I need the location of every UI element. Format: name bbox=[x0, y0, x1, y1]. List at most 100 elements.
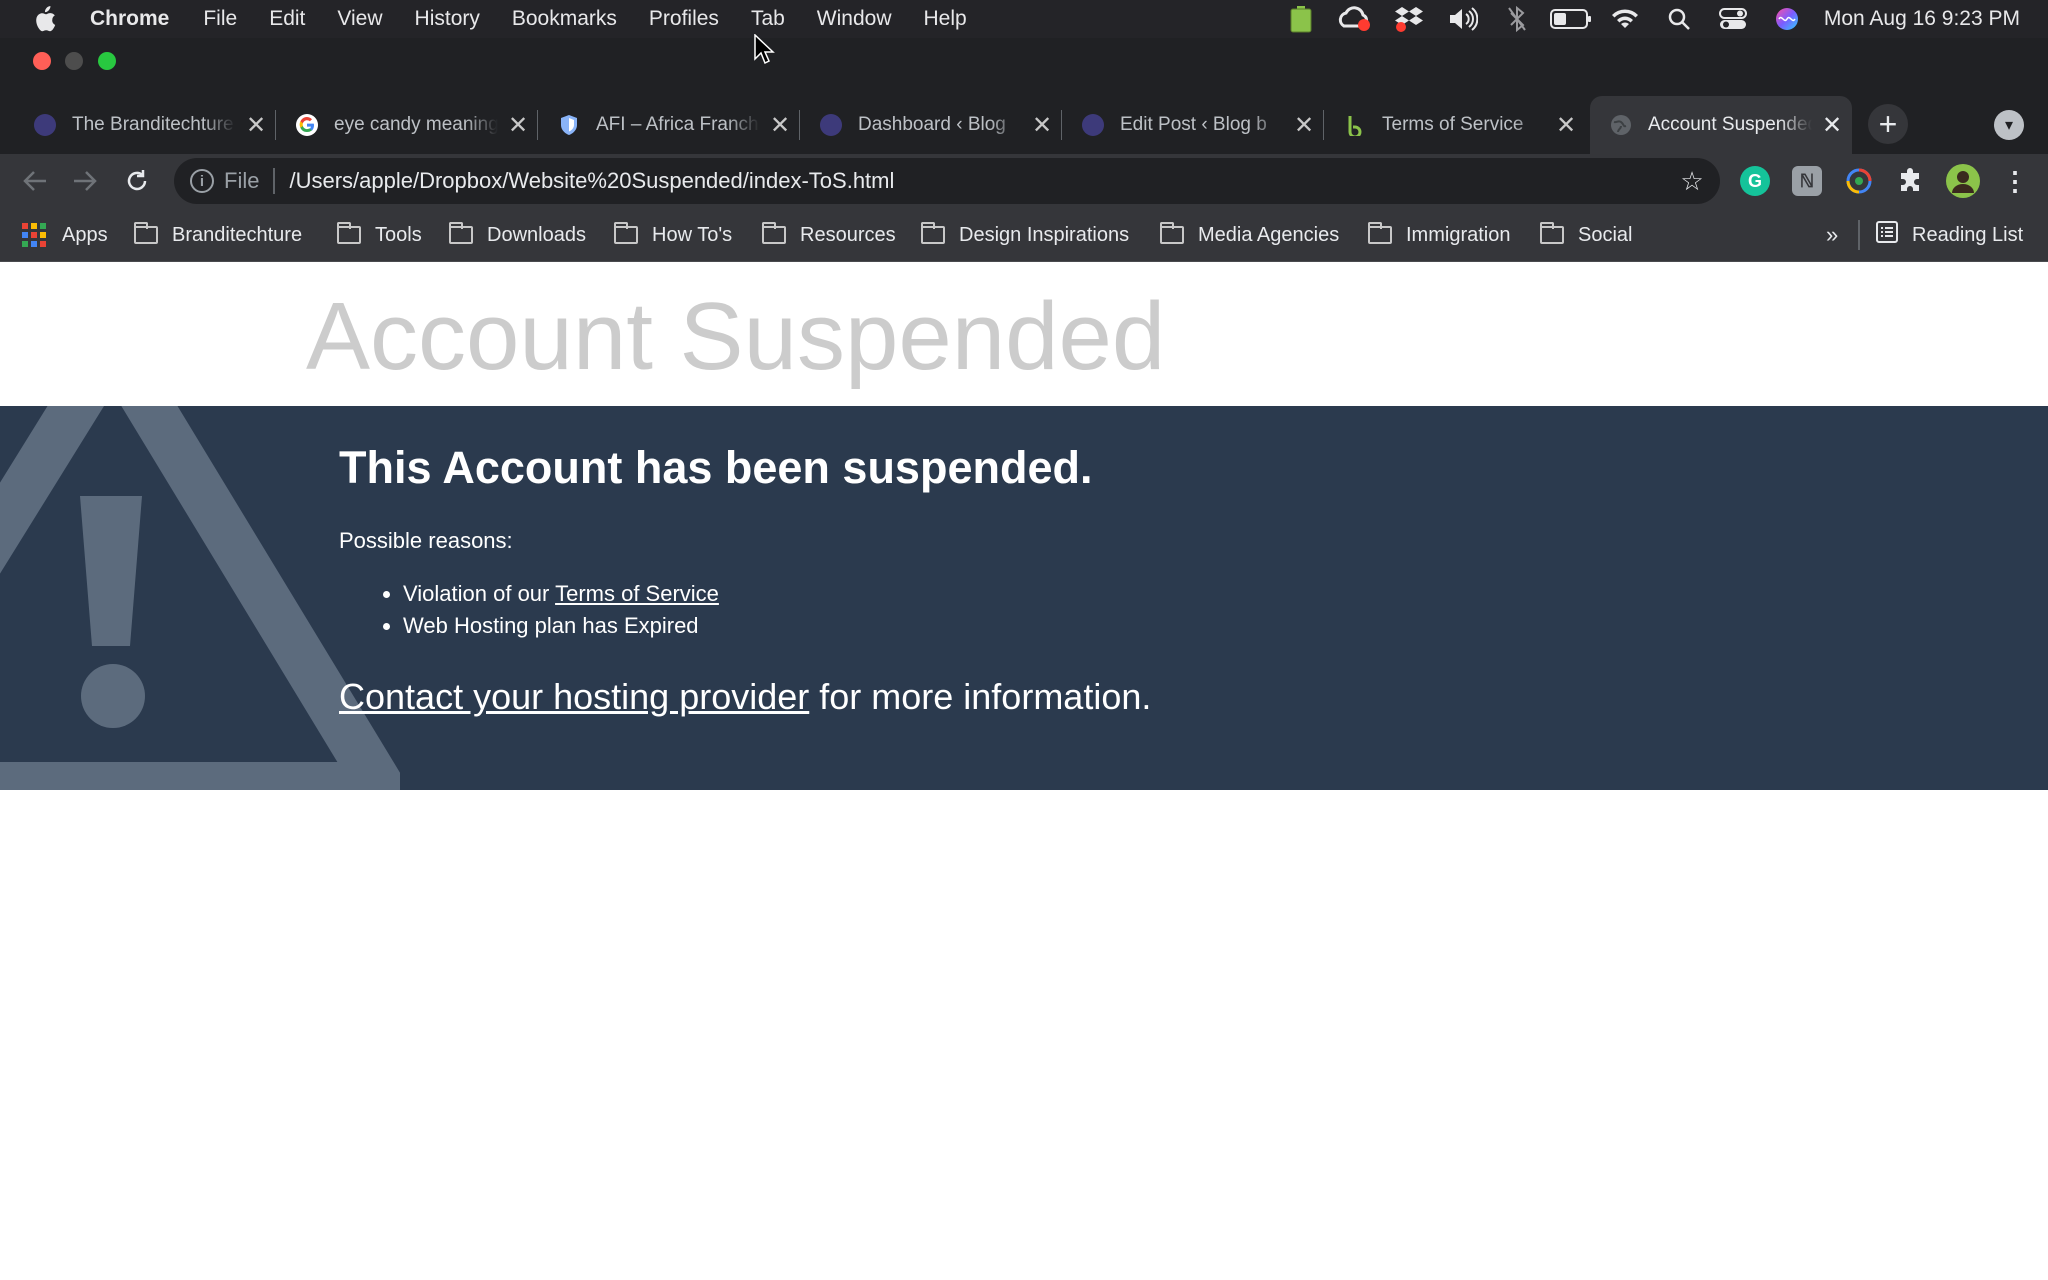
reading-list-icon bbox=[1876, 221, 1898, 249]
bookmark-folder-how-tos[interactable]: How To's bbox=[614, 220, 732, 250]
folder-icon bbox=[921, 222, 945, 244]
menu-window[interactable]: Window bbox=[817, 7, 892, 31]
bookmark-apps[interactable]: Apps bbox=[22, 220, 108, 250]
reason-text: Violation of our bbox=[403, 581, 556, 606]
bookmarks-overflow-button[interactable]: » bbox=[1826, 220, 1838, 250]
tab-branditechture[interactable]: The Branditechture ✕ bbox=[14, 96, 276, 154]
tab-afi-africa-franchise[interactable]: AFI – Africa Franchise ✕ bbox=[538, 96, 800, 154]
apple-menu-icon[interactable] bbox=[0, 6, 90, 32]
bookmark-folder-social[interactable]: Social bbox=[1540, 220, 1632, 250]
address-bar[interactable]: i File /Users/apple/Dropbox/Website%20Su… bbox=[174, 158, 1720, 204]
reading-list-label: Reading List bbox=[1912, 223, 2024, 246]
siri-icon[interactable] bbox=[1760, 0, 1814, 38]
menu-bar-clock[interactable]: Mon Aug 16 9:23 PM bbox=[1824, 7, 2020, 31]
contact-hosting-provider-link[interactable]: Contact your hosting provider bbox=[339, 676, 809, 717]
zoom-window-button[interactable] bbox=[98, 52, 116, 70]
battery-icon[interactable] bbox=[1544, 0, 1598, 38]
tab-favicon-icon bbox=[34, 114, 56, 136]
folder-icon bbox=[1540, 222, 1564, 244]
google-favicon-icon bbox=[296, 114, 318, 136]
tab-account-suspended[interactable]: Account Suspended ✕ bbox=[1590, 96, 1852, 154]
tab-title: eye candy meaning bbox=[334, 114, 498, 135]
bookmark-folder-resources[interactable]: Resources bbox=[762, 220, 896, 250]
bookmark-folder-tools[interactable]: Tools bbox=[337, 220, 422, 250]
folder-icon bbox=[449, 222, 473, 244]
terms-of-service-link[interactable]: Terms of Service bbox=[555, 581, 719, 606]
tab-favicon-icon bbox=[1082, 114, 1104, 136]
tab-search-icon[interactable]: ▾ bbox=[1994, 110, 2024, 140]
menu-bookmarks[interactable]: Bookmarks bbox=[512, 7, 617, 31]
menu-history[interactable]: History bbox=[415, 7, 480, 31]
url-text[interactable]: /Users/apple/Dropbox/Website%20Suspended… bbox=[289, 168, 1672, 194]
tab-dashboard-blog[interactable]: Dashboard ‹ Blog ✕ bbox=[800, 96, 1062, 154]
menu-profiles[interactable]: Profiles bbox=[649, 7, 719, 31]
bookmark-star-icon[interactable]: ☆ bbox=[1672, 166, 1712, 197]
puzzle-extensions-icon[interactable] bbox=[1896, 166, 1926, 196]
close-tab-icon[interactable]: ✕ bbox=[1812, 111, 1852, 140]
bookmark-label: Design Inspirations bbox=[959, 223, 1130, 246]
menu-file[interactable]: File bbox=[203, 7, 237, 31]
folder-icon bbox=[337, 222, 361, 244]
close-tab-icon[interactable]: ✕ bbox=[1546, 111, 1586, 140]
colorful-extension-icon[interactable] bbox=[1844, 166, 1874, 196]
reasons-list: Violation of our Terms of Service Web Ho… bbox=[403, 578, 719, 642]
close-tab-icon[interactable]: ✕ bbox=[760, 111, 800, 140]
bookmark-folder-media-agencies[interactable]: Media Agencies bbox=[1160, 220, 1339, 250]
b-green-favicon-icon bbox=[1344, 114, 1366, 136]
chrome-menu-icon[interactable]: ⋮ bbox=[2000, 166, 2030, 196]
bookmarks-divider bbox=[1858, 220, 1860, 250]
globe-favicon-icon bbox=[1610, 114, 1632, 136]
suspension-banner: This Account has been suspended. Possibl… bbox=[0, 406, 2048, 790]
bookmark-folder-branditechture[interactable]: Branditechture bbox=[134, 220, 302, 250]
grammarly-icon[interactable]: G bbox=[1740, 166, 1770, 196]
menu-edit[interactable]: Edit bbox=[269, 7, 305, 31]
reload-icon[interactable] bbox=[120, 164, 154, 198]
contact-line: Contact your hosting provider for more i… bbox=[339, 676, 1151, 718]
spotlight-icon[interactable] bbox=[1652, 0, 1706, 38]
volume-icon[interactable] bbox=[1436, 0, 1490, 38]
folder-icon bbox=[1160, 222, 1184, 244]
close-tab-icon[interactable]: ✕ bbox=[236, 111, 276, 140]
tab-terms-of-service[interactable]: Terms of Service ✕ bbox=[1324, 96, 1586, 154]
bookmark-label: Branditechture bbox=[172, 223, 303, 246]
close-tab-icon[interactable]: ✕ bbox=[1284, 111, 1324, 140]
tab-title: Terms of Service bbox=[1382, 114, 1524, 135]
bluetooth-icon[interactable] bbox=[1490, 0, 1544, 38]
bookmark-label: How To's bbox=[652, 223, 733, 246]
menu-tab[interactable]: Tab bbox=[751, 7, 785, 31]
notion-icon[interactable]: ℕ bbox=[1792, 166, 1822, 196]
macos-menu-bar: Chrome File Edit View History Bookmarks … bbox=[0, 0, 2048, 38]
bookmark-folder-downloads[interactable]: Downloads bbox=[449, 220, 586, 250]
tab-title: AFI – Africa Franchise bbox=[596, 114, 760, 135]
bookmark-label: Media Agencies bbox=[1198, 223, 1340, 246]
contact-suffix: for more information. bbox=[809, 676, 1152, 717]
minimize-window-button[interactable] bbox=[65, 52, 83, 70]
close-tab-icon[interactable]: ✕ bbox=[1022, 111, 1062, 140]
tab-title: Dashboard ‹ Blog bbox=[858, 114, 1006, 135]
bookmark-folder-design-inspirations[interactable]: Design Inspirations bbox=[921, 220, 1129, 250]
back-icon[interactable] bbox=[18, 164, 52, 198]
new-tab-button[interactable]: + bbox=[1868, 104, 1908, 144]
menu-app-chrome[interactable]: Chrome bbox=[90, 7, 169, 31]
creative-cloud-icon[interactable] bbox=[1328, 0, 1382, 38]
site-info-icon[interactable]: i bbox=[190, 169, 214, 193]
bookmark-label: Downloads bbox=[487, 223, 586, 246]
dropbox-icon[interactable] bbox=[1382, 0, 1436, 38]
bookmark-folder-immigration[interactable]: Immigration bbox=[1368, 220, 1510, 250]
tab-edit-post[interactable]: Edit Post ‹ Blog b ✕ bbox=[1062, 96, 1324, 154]
wifi-icon[interactable] bbox=[1598, 0, 1652, 38]
menu-view[interactable]: View bbox=[337, 7, 382, 31]
battery-app-icon[interactable] bbox=[1274, 0, 1328, 38]
control-center-icon[interactable] bbox=[1706, 0, 1760, 38]
menu-help[interactable]: Help bbox=[924, 7, 967, 31]
reading-list-button[interactable]: Reading List bbox=[1876, 220, 2023, 250]
forward-icon[interactable] bbox=[68, 164, 102, 198]
apps-grid-icon bbox=[22, 223, 46, 247]
tab-eye-candy[interactable]: eye candy meaning ✕ bbox=[276, 96, 538, 154]
close-tab-icon[interactable]: ✕ bbox=[498, 111, 538, 140]
profile-avatar[interactable] bbox=[1946, 164, 1980, 198]
tab-title: Account Suspended bbox=[1648, 114, 1812, 135]
shield-favicon-icon bbox=[558, 114, 580, 136]
folder-icon bbox=[614, 222, 638, 244]
close-window-button[interactable] bbox=[33, 52, 51, 70]
